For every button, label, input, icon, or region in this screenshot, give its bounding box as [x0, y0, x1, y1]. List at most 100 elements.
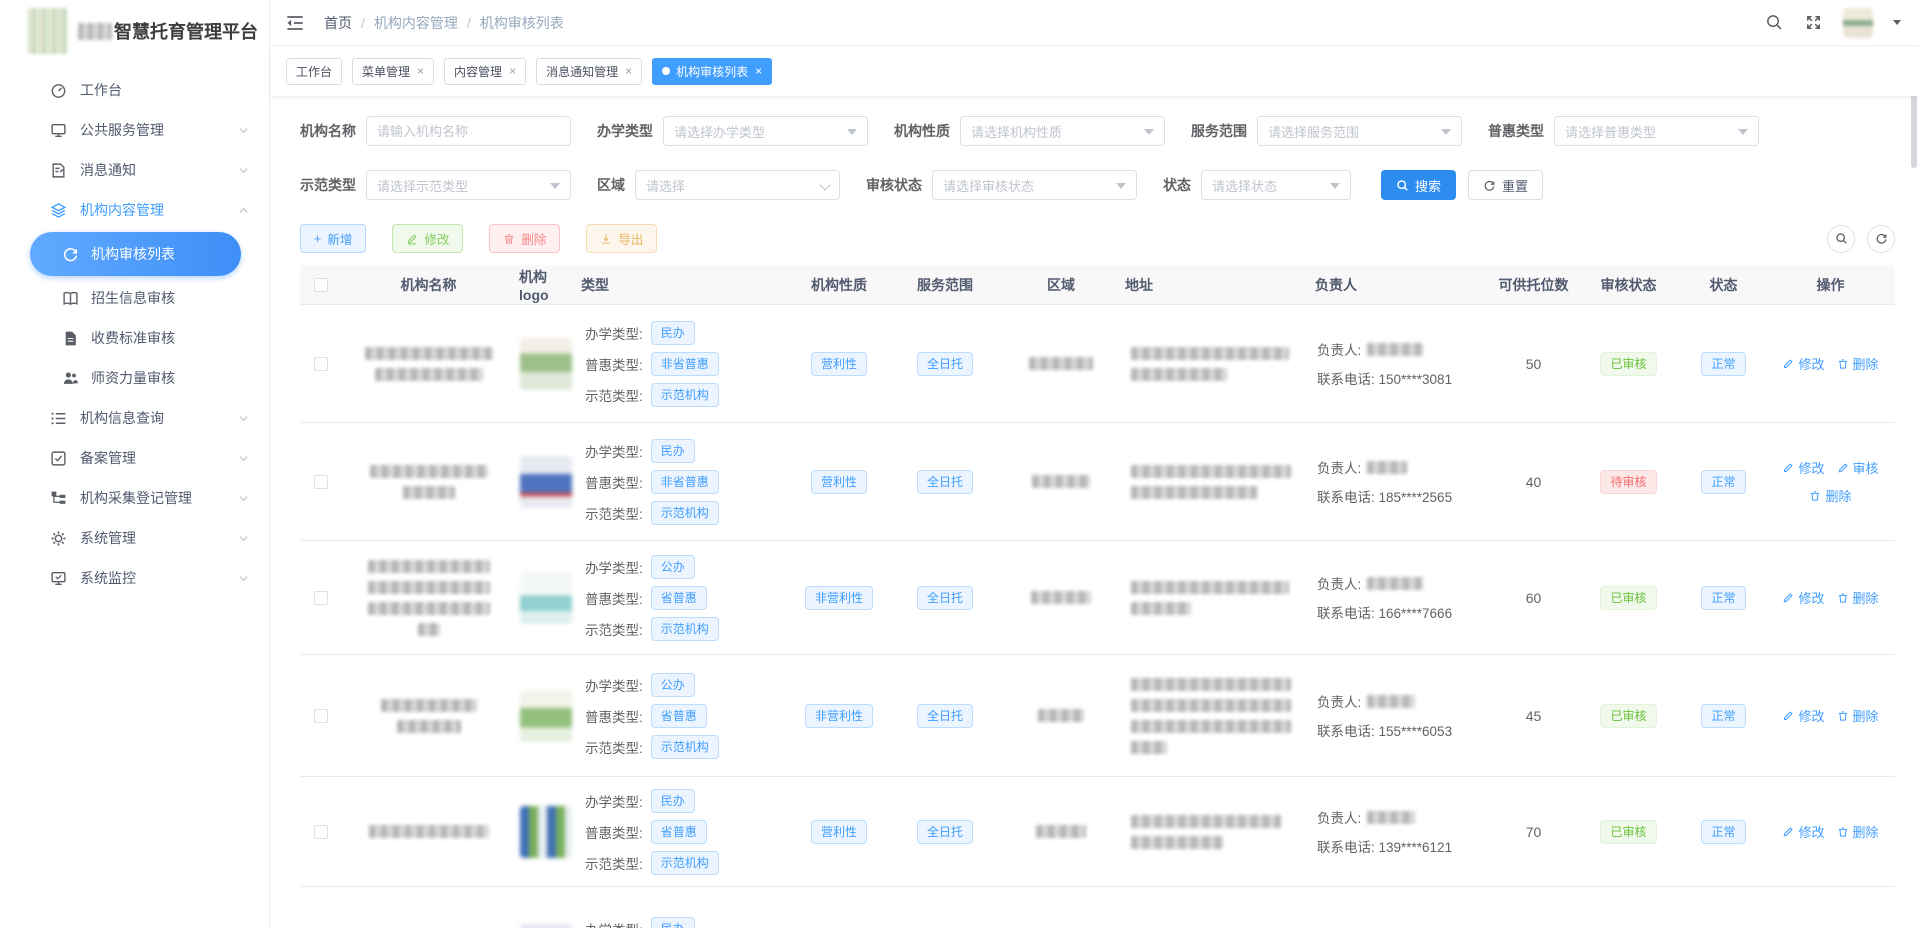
demo-type-select[interactable]: 请选择示范类型: [366, 170, 571, 200]
search-icon[interactable]: [1765, 13, 1784, 32]
sidebar-item-workbench[interactable]: 工作台: [0, 70, 269, 110]
table-row: 办学类型:公办 普惠类型:省普惠 示范类型:示范机构 非营利性 全日托 负责人:…: [300, 655, 1895, 777]
service-tag: 全日托: [917, 704, 973, 728]
row-checkbox[interactable]: [314, 709, 328, 723]
delete-link[interactable]: 删除: [1809, 486, 1851, 505]
status-select[interactable]: 请选择状态: [1201, 170, 1351, 200]
select-caret-icon: [1116, 183, 1126, 194]
user-menu-caret-icon[interactable]: [1893, 20, 1901, 29]
select-caret-icon: [1330, 183, 1340, 194]
delete-button[interactable]: 删除: [489, 224, 560, 253]
chevron-up-icon: [238, 205, 249, 216]
demo-type-tag: 示范机构: [651, 617, 719, 641]
region-label: 区域: [597, 175, 625, 195]
redacted-address: [1131, 836, 1223, 849]
audit-status-badge: 已审核: [1600, 352, 1656, 376]
service-scope-select[interactable]: 请选择服务范围: [1257, 116, 1462, 146]
chevron-down-icon: [238, 413, 249, 424]
close-icon[interactable]: ×: [509, 64, 516, 78]
add-button[interactable]: +新增: [300, 224, 366, 253]
edit-link[interactable]: 修改: [1782, 588, 1824, 607]
search-button[interactable]: 搜索: [1381, 170, 1456, 200]
org-nature-select[interactable]: 请选择机构性质: [960, 116, 1165, 146]
pencil-icon: [406, 233, 418, 245]
sidebar-item-enrollment-audit[interactable]: 招生信息审核: [0, 278, 269, 318]
school-type-tag: 民办: [651, 439, 695, 463]
redacted-address: [1131, 741, 1167, 754]
trash-icon: [1809, 490, 1821, 502]
row-checkbox[interactable]: [314, 475, 328, 489]
school-type-label: 办学类型: [597, 121, 653, 141]
sidebar-item-message-notice[interactable]: 消息通知: [0, 150, 269, 190]
org-logo: [520, 806, 572, 858]
collapse-sidebar-icon[interactable]: [284, 12, 306, 34]
sidebar-item-teacher-audit[interactable]: 师资力量审核: [0, 358, 269, 398]
edit-link[interactable]: 修改: [1782, 354, 1824, 373]
tab-workbench[interactable]: 工作台: [286, 58, 342, 85]
sidebar-item-system[interactable]: 系统管理: [0, 518, 269, 558]
table-row: 办学类型:民办 普惠类型:非省普惠 营利性 全日托 大塘区 负责人: 90 已审…: [300, 887, 1895, 928]
sidebar-item-org-collection[interactable]: 机构采集登记管理: [0, 478, 269, 518]
delete-link[interactable]: 删除: [1837, 822, 1879, 841]
delete-link[interactable]: 删除: [1837, 588, 1879, 607]
org-name-input[interactable]: [366, 116, 571, 146]
pencil-icon: [1782, 826, 1794, 838]
trash-icon: [1837, 592, 1849, 604]
delete-link[interactable]: 删除: [1837, 706, 1879, 725]
school-type-tag: 民办: [651, 321, 695, 345]
row-checkbox[interactable]: [314, 825, 328, 839]
select-caret-icon: [1738, 129, 1748, 140]
sidebar-item-fee-audit[interactable]: 收费标准审核: [0, 318, 269, 358]
select-all-checkbox[interactable]: [314, 278, 328, 292]
app-logo: 智慧托育管理平台: [0, 0, 269, 62]
sidebar-item-org-content[interactable]: 机构内容管理: [0, 190, 269, 230]
edit-link[interactable]: 修改: [1782, 458, 1824, 477]
row-checkbox[interactable]: [314, 357, 328, 371]
region-cascader[interactable]: 请选择: [635, 170, 840, 200]
book-icon: [62, 290, 79, 307]
sidebar-item-org-info-query[interactable]: 机构信息查询: [0, 398, 269, 438]
select-caret-icon: [847, 129, 857, 140]
school-type-tag: 公办: [651, 555, 695, 579]
edit-link[interactable]: 修改: [1782, 706, 1824, 725]
audit-link[interactable]: 审核: [1837, 458, 1879, 477]
capacity-value: 50: [1491, 356, 1576, 372]
close-icon[interactable]: ×: [625, 64, 632, 78]
benefit-type-tag: 非省普惠: [651, 352, 719, 376]
tab-message-notice-management[interactable]: 消息通知管理×: [536, 58, 642, 85]
edit-button[interactable]: 修改: [392, 224, 463, 253]
table-row: 办学类型:民办 普惠类型:非省普惠 示范类型:示范机构 营利性 全日托 负责人:…: [300, 423, 1895, 541]
redacted-org-name: [375, 368, 483, 381]
status-badge: 正常: [1701, 820, 1745, 844]
sidebar-item-org-audit-list[interactable]: 机构审核列表: [30, 232, 241, 276]
benefit-type-tag: 省普惠: [651, 704, 707, 728]
layers-icon: [50, 202, 67, 219]
sidebar-item-monitor[interactable]: 系统监控: [0, 558, 269, 598]
active-dot: [662, 67, 670, 75]
audit-status-select[interactable]: 请选择审核状态: [932, 170, 1137, 200]
tab-content-management[interactable]: 内容管理×: [444, 58, 526, 85]
export-button[interactable]: 导出: [586, 224, 657, 253]
breadcrumb-org-content[interactable]: 机构内容管理: [374, 13, 458, 33]
edit-link[interactable]: 修改: [1782, 822, 1824, 841]
col-audit-status: 审核状态: [1576, 275, 1681, 295]
toggle-search-button[interactable]: [1827, 225, 1855, 253]
reset-button[interactable]: 重置: [1468, 170, 1543, 200]
tab-menu-management[interactable]: 菜单管理×: [352, 58, 434, 85]
breadcrumb-home[interactable]: 首页: [324, 13, 352, 33]
benefit-type-select[interactable]: 请选择普惠类型: [1554, 116, 1759, 146]
org-logo: [520, 456, 572, 508]
fullscreen-icon[interactable]: [1804, 13, 1823, 32]
delete-link[interactable]: 删除: [1837, 354, 1879, 373]
status-badge: 正常: [1701, 352, 1745, 376]
sidebar-item-filing[interactable]: 备案管理: [0, 438, 269, 478]
close-icon[interactable]: ×: [417, 64, 424, 78]
refresh-table-button[interactable]: [1867, 225, 1895, 253]
school-type-select[interactable]: 请选择办学类型: [663, 116, 868, 146]
benefit-type-tag: 省普惠: [651, 820, 707, 844]
sidebar-item-public-service[interactable]: 公共服务管理: [0, 110, 269, 150]
close-icon[interactable]: ×: [755, 64, 762, 78]
avatar[interactable]: [1843, 8, 1873, 38]
row-checkbox[interactable]: [314, 591, 328, 605]
tab-org-audit-list[interactable]: 机构审核列表×: [652, 58, 772, 85]
